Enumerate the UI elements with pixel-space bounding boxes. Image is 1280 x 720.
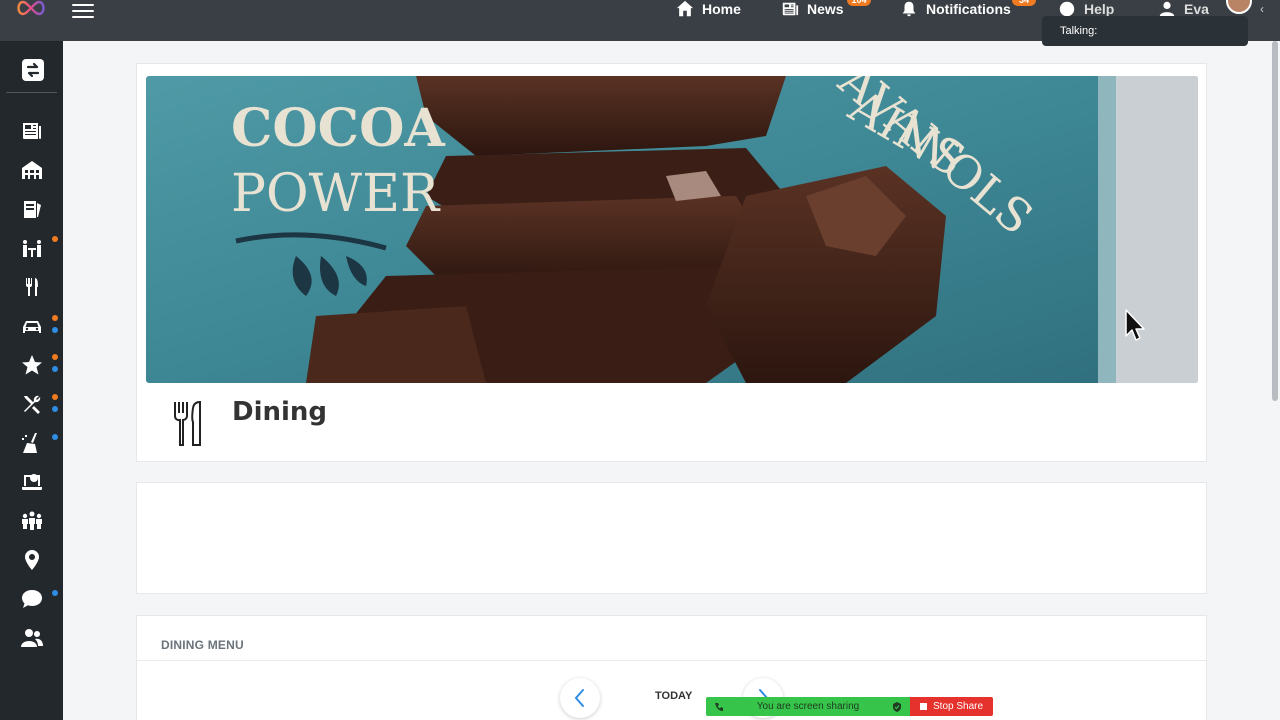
chevron-left-icon[interactable]: ‹	[1260, 2, 1264, 16]
user-name: Eva	[1184, 1, 1209, 17]
screen-share-bar: You are screen sharing Stop Share	[706, 697, 993, 716]
sidebar-item-housekeeping[interactable]	[21, 432, 58, 454]
sidebar-item-maintenance[interactable]	[21, 393, 58, 415]
menu-toggle-button[interactable]	[72, 0, 94, 18]
sidebar-notification-dot	[52, 327, 58, 333]
location-pin-icon	[25, 550, 39, 570]
previous-day-button[interactable]	[560, 678, 600, 718]
nav-notifications-label: Notifications	[926, 1, 1011, 17]
sidebar-notification-dot	[52, 366, 58, 372]
sidebar-notification-dot	[52, 315, 58, 321]
sidebar-item-events[interactable]	[21, 236, 58, 259]
fork-knife-icon	[26, 278, 38, 296]
dining-menu-heading: DINING MENU	[161, 638, 244, 652]
page-scrollbar[interactable]	[1270, 41, 1280, 720]
bell-icon	[902, 1, 916, 17]
shield-check-icon	[892, 701, 901, 712]
sidebar-notification-dot	[52, 354, 58, 360]
chat-icon	[22, 590, 42, 608]
content-card	[136, 482, 1207, 594]
cleaning-icon	[22, 433, 37, 453]
banner-text-left-2: POWER	[231, 164, 441, 224]
talking-indicator: Talking:	[1042, 16, 1248, 46]
phone-icon	[715, 702, 723, 711]
talking-label: Talking:	[1060, 25, 1098, 37]
sidebar-divider	[6, 92, 57, 93]
newspaper-icon	[23, 123, 41, 139]
notifications-count-badge: 34	[1012, 0, 1036, 6]
fork-knife-icon	[174, 400, 201, 446]
page-title: Dining	[232, 397, 328, 427]
stop-share-label: Stop Share	[933, 701, 984, 712]
laptop-help-icon	[22, 474, 42, 490]
nav-news-label: News	[807, 1, 844, 17]
sidebar-item-messages[interactable]	[21, 588, 58, 610]
chevron-left-icon	[574, 689, 584, 707]
banner-text-left-1: COCOA	[231, 98, 445, 159]
sidebar-item-notes[interactable]	[21, 198, 43, 220]
sidebar-item-tech-support[interactable]	[21, 471, 43, 493]
sidebar-notification-dot	[52, 394, 58, 400]
tools-icon	[24, 395, 41, 414]
current-day-label: TODAY	[655, 690, 693, 702]
sidebar-item-contacts[interactable]	[21, 627, 43, 649]
dining-banner-image: COCOA POWER AINS AVANOLS	[146, 76, 1198, 383]
news-count-badge: 104	[847, 0, 871, 6]
sidebar-item-news[interactable]	[21, 120, 43, 142]
avatar[interactable]	[1226, 0, 1252, 14]
screen-share-status: You are screen sharing	[706, 697, 910, 716]
nav-help-label: Help	[1084, 1, 1115, 17]
sidebar	[0, 41, 63, 720]
swap-icon	[26, 62, 40, 78]
newspaper-icon	[782, 2, 799, 16]
sidebar-item-location[interactable]	[21, 549, 43, 571]
events-icon	[23, 240, 41, 257]
home-icon	[676, 0, 694, 17]
sidebar-notification-dot	[52, 434, 58, 440]
nav-home-label: Home	[702, 1, 741, 17]
switch-app-button[interactable]	[22, 59, 44, 81]
sidebar-item-building[interactable]	[21, 159, 43, 181]
users-icon	[21, 629, 43, 647]
sidebar-notification-dot	[52, 406, 58, 412]
app-logo-icon[interactable]	[14, 0, 48, 16]
sidebar-item-community[interactable]	[21, 510, 43, 532]
stop-share-button[interactable]: Stop Share	[910, 697, 993, 716]
scrollbar-thumb[interactable]	[1272, 41, 1278, 401]
dining-header-card: COCOA POWER AINS AVANOLS Dining	[136, 63, 1207, 462]
car-icon	[23, 321, 41, 333]
mouse-cursor-icon	[1125, 309, 1145, 341]
sidebar-item-transport[interactable]	[21, 315, 58, 337]
nav-home[interactable]: Home	[676, 0, 741, 18]
menu-divider	[137, 660, 1206, 661]
star-icon	[22, 355, 42, 375]
sidebar-notification-dot	[52, 590, 58, 596]
stop-icon	[920, 703, 927, 710]
sidebar-notification-dot	[52, 236, 58, 242]
group-icon	[22, 511, 42, 530]
sidebar-item-dining[interactable]	[21, 276, 43, 298]
screen-share-message: You are screen sharing	[756, 701, 860, 712]
building-icon	[22, 161, 42, 179]
dining-menu-card: DINING MENU TODAY	[136, 615, 1207, 720]
nav-notifications[interactable]: Notifications 34	[900, 0, 1036, 18]
sidebar-item-favorites[interactable]	[21, 354, 58, 376]
notes-icon	[24, 201, 41, 218]
nav-news[interactable]: News 104	[781, 0, 871, 18]
